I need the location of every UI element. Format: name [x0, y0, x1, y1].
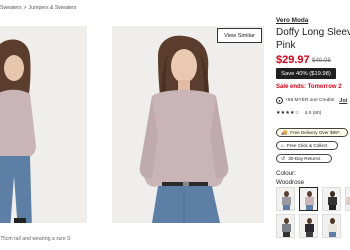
colour-swatch[interactable]	[322, 187, 341, 211]
view-similar-button[interactable]: View Similar	[217, 28, 262, 43]
sale-price: $29.97	[276, 54, 310, 66]
breadcrumb-item-jumpers[interactable]: Jumpers & Sweaters	[29, 5, 77, 11]
sale-ends-text: Sale ends: Tomorrow 2	[276, 84, 342, 90]
colour-selected-name: Woodrose	[276, 179, 305, 186]
colour-swatch-selected[interactable]	[299, 187, 318, 211]
colour-swatch[interactable]	[345, 187, 350, 211]
breadcrumb-item-sweaters[interactable]: Sweaters	[0, 5, 22, 11]
colour-swatch[interactable]	[299, 214, 318, 238]
was-price: $49.95	[312, 57, 331, 64]
store-icon: ⌂	[281, 142, 285, 149]
free-delivery-pill[interactable]: 🚚 Free Delivery Over $99*	[276, 128, 348, 137]
product-title-line1: Doffy Long Sleev	[276, 27, 350, 38]
brand-link[interactable]: Vero Moda	[276, 17, 308, 24]
rating-row[interactable]: ★★★★☆ 4.0 (60)	[276, 110, 321, 116]
join-link[interactable]: Joi	[339, 98, 347, 104]
save-badge: Save 40% ($19.98)	[276, 68, 336, 79]
colour-label: Colour:	[276, 170, 296, 177]
breadcrumb: Sweaters > Jumpers & Sweaters	[0, 5, 77, 11]
rating-value: 4.0 (60)	[304, 111, 322, 116]
returns-pill[interactable]: ↺ 30-Day Returns	[276, 154, 332, 163]
colour-swatch[interactable]	[276, 214, 295, 238]
breadcrumb-separator: >	[23, 5, 27, 11]
click-collect-label: Free Click & Collect	[287, 143, 328, 148]
return-arrow-icon: ↺	[281, 155, 286, 162]
colour-swatch[interactable]	[276, 187, 295, 211]
credits-row: ● +58 MYER one Credits Joi	[276, 97, 347, 104]
model-size-caption: 75cm tall and wearing a size S	[0, 236, 71, 242]
credits-text: +58 MYER one Credits	[285, 98, 335, 103]
product-photo-main[interactable]	[112, 26, 264, 223]
colour-swatch[interactable]	[322, 214, 341, 238]
star-rating-icon: ★★★★☆	[276, 110, 300, 116]
free-delivery-label: Free Delivery Over $99*	[290, 130, 340, 135]
circle-credit-icon: ●	[276, 97, 283, 104]
product-title-line2: Pink	[276, 40, 296, 51]
truck-icon: 🚚	[281, 129, 288, 136]
returns-label: 30-Day Returns	[288, 156, 321, 161]
product-photo-secondary[interactable]	[0, 26, 87, 223]
click-collect-pill[interactable]: ⌂ Free Click & Collect	[276, 141, 338, 150]
